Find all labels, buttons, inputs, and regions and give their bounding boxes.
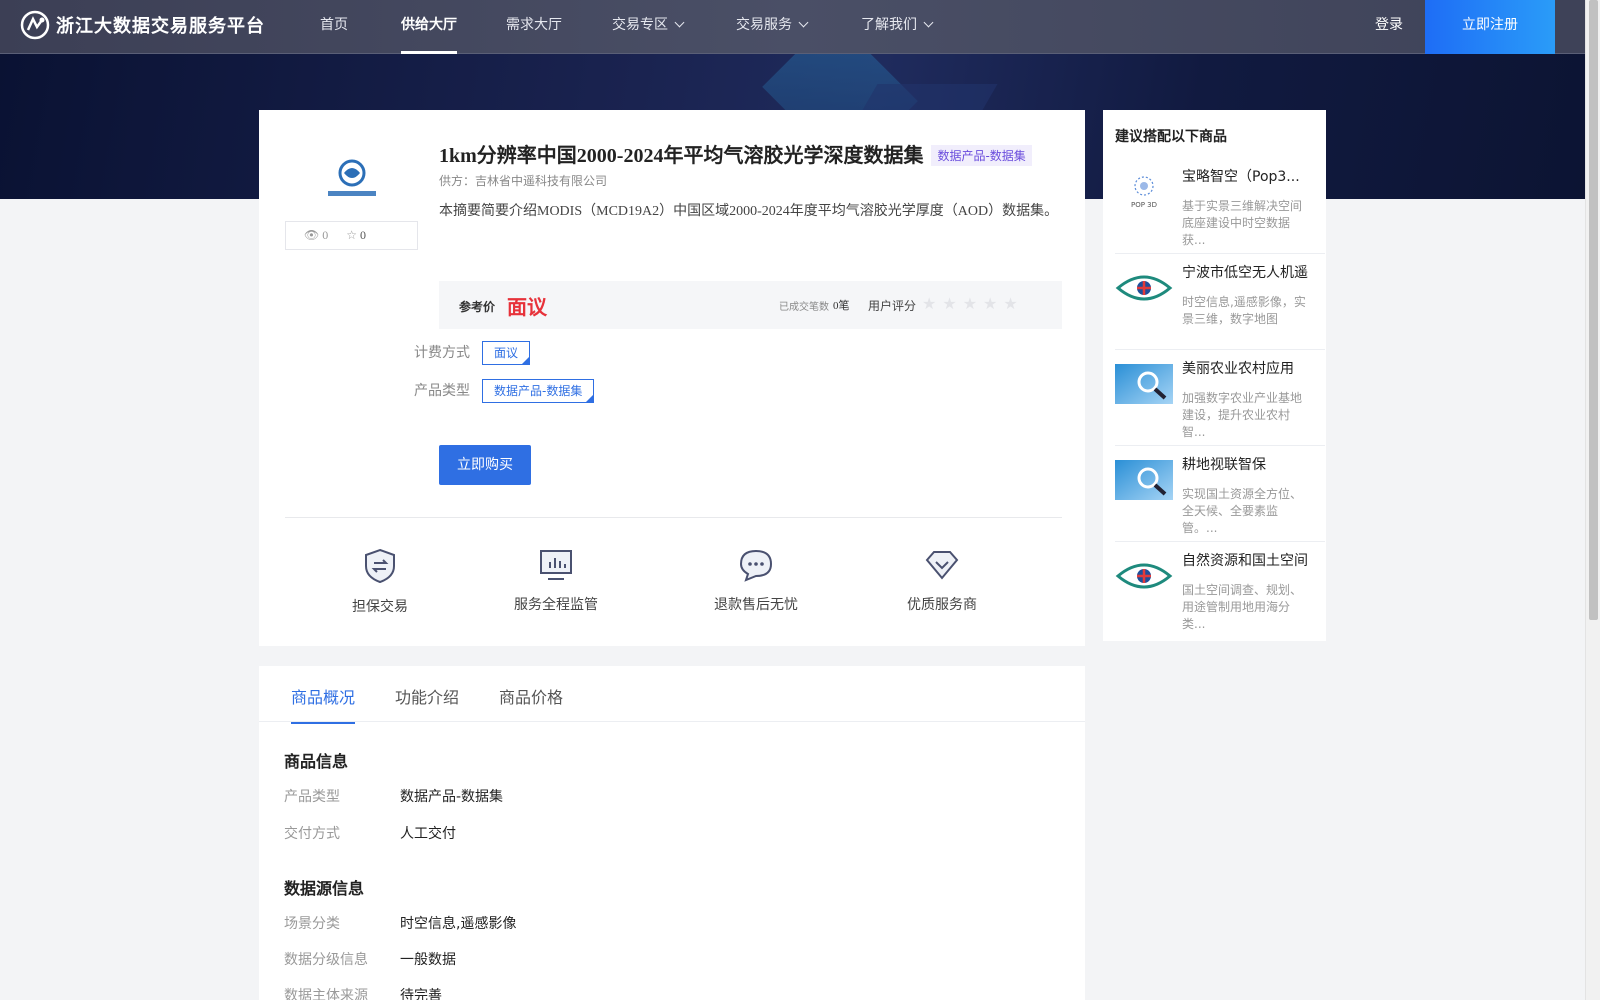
scrollbar-thumb[interactable] <box>1589 0 1598 620</box>
supplier-logo-icon <box>328 159 376 196</box>
eye-icon: 👁 <box>304 228 320 242</box>
logo-icon <box>20 10 50 40</box>
info-key: 产品类型 <box>284 789 340 805</box>
recommended-item-name: 美丽农业农村应用 <box>1182 361 1294 377</box>
divider <box>285 517 1062 518</box>
tab-pricing[interactable]: 商品价格 <box>499 684 563 722</box>
deal-count-label: 已成交笔数 <box>779 302 829 313</box>
nav-demand-hall[interactable]: 需求大厅 <box>506 0 562 54</box>
top-navbar: 浙江大数据交易服务平台 首页 供给大厅 需求大厅 交易专区 交易服务 了解我们 … <box>0 0 1585 54</box>
shield-exchange-icon <box>365 548 395 584</box>
star-icon[interactable]: ★ <box>963 296 983 313</box>
page-scrollbar[interactable] <box>1585 0 1600 1000</box>
product-detail-card: 👁 0 ☆ 0 1km分辨率中国2000-2024年平均气溶胶光学深度数据集 数据… <box>259 110 1085 646</box>
eye-logo-icon <box>1115 563 1173 589</box>
star-icon[interactable]: ★ <box>1003 296 1023 313</box>
feature-guarantee: 担保交易 <box>345 548 415 616</box>
price-label: 参考价 <box>459 300 496 314</box>
rating-label: 用户评分 <box>868 299 917 313</box>
recommended-item[interactable]: POP 3D 宝略智空（Pop3... 基于实景三维解决空间底座建设中时空数据获… <box>1115 158 1325 254</box>
product-description: 本摘要简要介绍MODIS（MCD19A2）中国区域2000-2024年度平均气溶… <box>439 204 1059 219</box>
info-value: 待完善 <box>400 988 442 1000</box>
billing-label: 计费方式 <box>414 345 470 361</box>
recommended-title: 建议搭配以下商品 <box>1115 129 1227 145</box>
eye-logo-icon <box>1115 275 1173 301</box>
magnifier-photo-icon <box>1115 460 1173 500</box>
star-icon[interactable]: ★ <box>922 296 942 313</box>
info-key: 交付方式 <box>284 826 340 842</box>
tab-overview[interactable]: 商品概况 <box>291 684 356 724</box>
tab-features[interactable]: 功能介绍 <box>395 684 459 722</box>
nav-trade-services[interactable]: 交易服务 <box>736 0 809 54</box>
source-info-title: 数据源信息 <box>284 879 365 898</box>
tab-bar: 商品概况 功能介绍 商品价格 <box>259 666 1085 724</box>
monitor-chart-icon <box>540 550 572 580</box>
diamond-icon <box>925 551 959 580</box>
price-value: 面议 <box>507 295 547 319</box>
feature-refund: 退款售后无忧 <box>711 548 801 614</box>
recommended-products: 建议搭配以下商品 POP 3D 宝略智空（Pop3... 基于实景三维解决空间底… <box>1103 110 1326 641</box>
billing-option[interactable]: 面议 <box>482 341 531 365</box>
recommended-item[interactable]: 自然资源和国土空间 国土空间调查、规划、用途管制用地用海分类... <box>1115 542 1325 638</box>
recommended-item-name: 耕地视联智保 <box>1182 457 1266 473</box>
pop3d-logo-icon: POP 3D <box>1115 172 1173 212</box>
chevron-down-icon <box>674 17 685 28</box>
site-logo[interactable]: 浙江大数据交易服务平台 <box>20 10 265 40</box>
login-link[interactable]: 登录 <box>1375 0 1403 51</box>
product-logo <box>285 150 419 210</box>
rating-stars[interactable]: ★★★★★ <box>922 294 1024 314</box>
recommended-item-desc: 实现国土资源全方位、全天候、全要素监管。... <box>1182 487 1303 535</box>
deal-count: 0笔 <box>833 300 850 312</box>
recommended-item[interactable]: 宁波市低空无人机遥 时空信息,遥感影像，实景三维，数字地图 <box>1115 254 1325 350</box>
recommended-item[interactable]: 耕地视联智保 实现国土资源全方位、全天候、全要素监管。... <box>1115 446 1325 542</box>
type-label: 产品类型 <box>414 383 470 399</box>
recommended-item-desc: 加强数字农业产业基地建设，提升农业农村智... <box>1182 391 1303 439</box>
info-value: 数据产品-数据集 <box>400 789 504 805</box>
buy-now-button[interactable]: 立即购买 <box>439 445 531 485</box>
magnifier-photo-icon <box>1115 364 1173 404</box>
info-key: 数据主体来源 <box>284 988 368 1000</box>
star-icon[interactable]: ★ <box>983 296 1003 313</box>
info-key: 场景分类 <box>284 916 340 932</box>
feature-supervision: 服务全程监管 <box>511 548 601 614</box>
supplier-name[interactable]: 供方：吉林省中遥科技有限公司 <box>439 172 607 189</box>
info-value: 时空信息,遥感影像 <box>400 916 517 932</box>
feature-quality-provider: 优质服务商 <box>907 548 977 614</box>
star-outline-icon: ☆ <box>346 228 357 242</box>
nav-supply-hall[interactable]: 供给大厅 <box>401 0 457 54</box>
logo-text: 浙江大数据交易服务平台 <box>56 16 265 37</box>
recommended-item-desc: 基于实景三维解决空间底座建设中时空数据获... <box>1182 199 1303 247</box>
favorites-count[interactable]: ☆ 0 <box>346 228 366 243</box>
recommended-item-name: 自然资源和国土空间 <box>1182 553 1308 569</box>
product-type-tag: 数据产品-数据集 <box>931 145 1032 166</box>
nav-home[interactable]: 首页 <box>320 0 348 54</box>
views-count: 👁 0 <box>304 228 329 242</box>
recommended-item[interactable]: 美丽农业农村应用 加强数字农业产业基地建设，提升农业农村智... <box>1115 350 1325 446</box>
chat-bubble-icon <box>739 549 773 582</box>
product-stats: 👁 0 ☆ 0 <box>285 221 418 250</box>
svg-text:POP 3D: POP 3D <box>1131 201 1157 209</box>
recommended-item-name: 宝略智空（Pop3... <box>1182 169 1300 185</box>
info-value: 人工交付 <box>400 826 456 842</box>
info-value: 一般数据 <box>400 952 456 968</box>
product-tabs-card: 商品概况 功能介绍 商品价格 商品信息 产品类型 数据产品-数据集 交付方式 人… <box>259 666 1085 1000</box>
star-icon[interactable]: ★ <box>942 296 962 313</box>
product-title: 1km分辨率中国2000-2024年平均气溶胶光学深度数据集 数据产品-数据集 <box>439 139 1032 168</box>
nav-about-us[interactable]: 了解我们 <box>861 0 934 54</box>
type-option[interactable]: 数据产品-数据集 <box>482 379 595 403</box>
chevron-down-icon <box>923 17 934 28</box>
product-info-title: 商品信息 <box>284 752 349 771</box>
chevron-down-icon <box>798 17 809 28</box>
info-key: 数据分级信息 <box>284 952 368 968</box>
nav-trade-zone[interactable]: 交易专区 <box>612 0 685 54</box>
recommended-item-desc: 时空信息,遥感影像，实景三维，数字地图 <box>1182 295 1306 326</box>
recommended-item-name: 宁波市低空无人机遥 <box>1182 265 1308 281</box>
recommended-item-desc: 国土空间调查、规划、用途管制用地用海分类... <box>1182 583 1303 631</box>
price-panel: 参考价 面议 已成交笔数 0笔 用户评分 ★★★★★ <box>439 281 1062 329</box>
register-button[interactable]: 立即注册 <box>1425 0 1555 54</box>
